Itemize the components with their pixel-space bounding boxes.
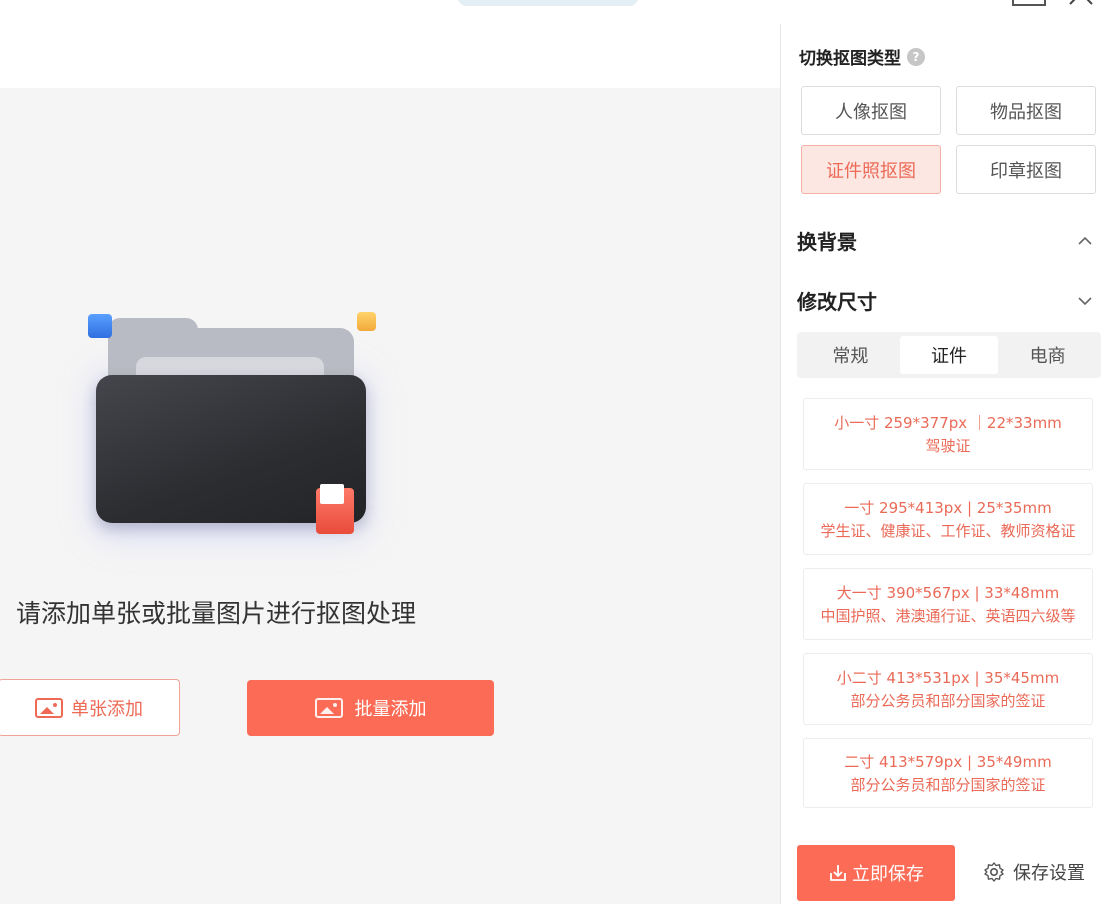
chevron-up-icon — [1078, 236, 1092, 245]
change-background-toggle[interactable]: 换背景 — [797, 226, 1093, 255]
resize-label: 修改尺寸 — [797, 290, 877, 314]
size-usage: 驾驶证 — [925, 437, 971, 455]
size-usage: 学生证、健康证、工作证、教师资格证 — [820, 522, 1076, 540]
close-icon[interactable] — [1066, 0, 1102, 8]
tab-ecommerce[interactable]: 电商 — [998, 336, 1097, 374]
resize-toggle[interactable]: 修改尺寸 — [797, 286, 1093, 315]
batch-add-button[interactable]: 批量添加 — [247, 680, 494, 736]
save-settings-label: 保存设置 — [1013, 863, 1085, 884]
size-category-tabs: 常规 证件 电商 — [797, 332, 1101, 378]
size-spec: 小一寸 259*377px ｜22*33mm — [834, 414, 1062, 432]
download-icon — [830, 865, 846, 881]
size-preset-card[interactable]: 小一寸 259*377px ｜22*33mm 驾驶证 — [803, 398, 1093, 470]
save-now-button[interactable]: 立即保存 — [797, 845, 955, 901]
size-preset-card[interactable]: 小二寸 413*531px | 35*45mm 部分公务员和部分国家的签证 — [803, 653, 1093, 725]
tab-id[interactable]: 证件 — [899, 336, 999, 374]
add-images-hint: 请添加单张或批量图片进行抠图处理 — [16, 599, 417, 628]
images-icon — [314, 698, 343, 718]
title-bar — [0, 0, 1106, 25]
size-spec: 二寸 413*579px | 35*49mm — [844, 753, 1052, 771]
app-logo — [458, 0, 638, 6]
size-preset-card[interactable]: 一寸 295*413px | 25*35mm 学生证、健康证、工作证、教师资格证 — [803, 483, 1093, 555]
type-object-button[interactable]: 物品抠图 — [956, 86, 1096, 135]
help-icon[interactable]: ? — [907, 47, 925, 66]
size-usage: 部分公务员和部分国家的签证 — [850, 692, 1046, 710]
gear-icon — [984, 862, 1004, 882]
type-section-header: 切换抠图类型 ? — [799, 44, 925, 69]
change-background-label: 换背景 — [797, 230, 857, 254]
type-portrait-button[interactable]: 人像抠图 — [801, 86, 941, 135]
single-add-button[interactable]: 单张添加 — [0, 679, 180, 736]
size-spec: 大一寸 390*567px | 33*48mm — [836, 584, 1060, 602]
tab-regular[interactable]: 常规 — [801, 336, 900, 374]
yellow-file-icon — [357, 312, 376, 331]
batch-add-label: 批量添加 — [354, 699, 427, 720]
save-settings-button[interactable]: 保存设置 — [983, 859, 1085, 885]
size-spec: 一寸 295*413px | 25*35mm — [844, 499, 1052, 517]
type-seal-button[interactable]: 印章抠图 — [956, 145, 1096, 194]
size-preset-card[interactable]: 大一寸 390*567px | 33*48mm 中国护照、港澳通行证、英语四六级… — [803, 568, 1093, 640]
type-section-title: 切换抠图类型 — [799, 49, 901, 69]
size-preset-card[interactable]: 二寸 413*579px | 35*49mm 部分公务员和部分国家的签证 — [803, 738, 1093, 808]
red-file-icon — [316, 484, 354, 534]
maximize-icon[interactable] — [1012, 0, 1046, 6]
settings-panel: 切换抠图类型 ? 人像抠图 物品抠图 证件照抠图 印章抠图 换背景 修改尺寸 常… — [780, 24, 1106, 904]
size-spec: 小二寸 413*531px | 35*45mm — [836, 669, 1060, 687]
chevron-down-icon — [1078, 296, 1092, 305]
toolbar — [0, 24, 780, 89]
size-usage: 中国护照、港澳通行证、英语四六级等 — [820, 607, 1076, 625]
save-now-label: 立即保存 — [852, 864, 924, 885]
image-icon — [35, 697, 63, 718]
size-usage: 部分公务员和部分国家的签证 — [850, 776, 1046, 794]
type-id-photo-button[interactable]: 证件照抠图 — [801, 145, 941, 194]
folder-illustration — [80, 300, 380, 550]
single-add-label: 单张添加 — [71, 698, 143, 720]
blue-file-icon — [88, 314, 112, 338]
